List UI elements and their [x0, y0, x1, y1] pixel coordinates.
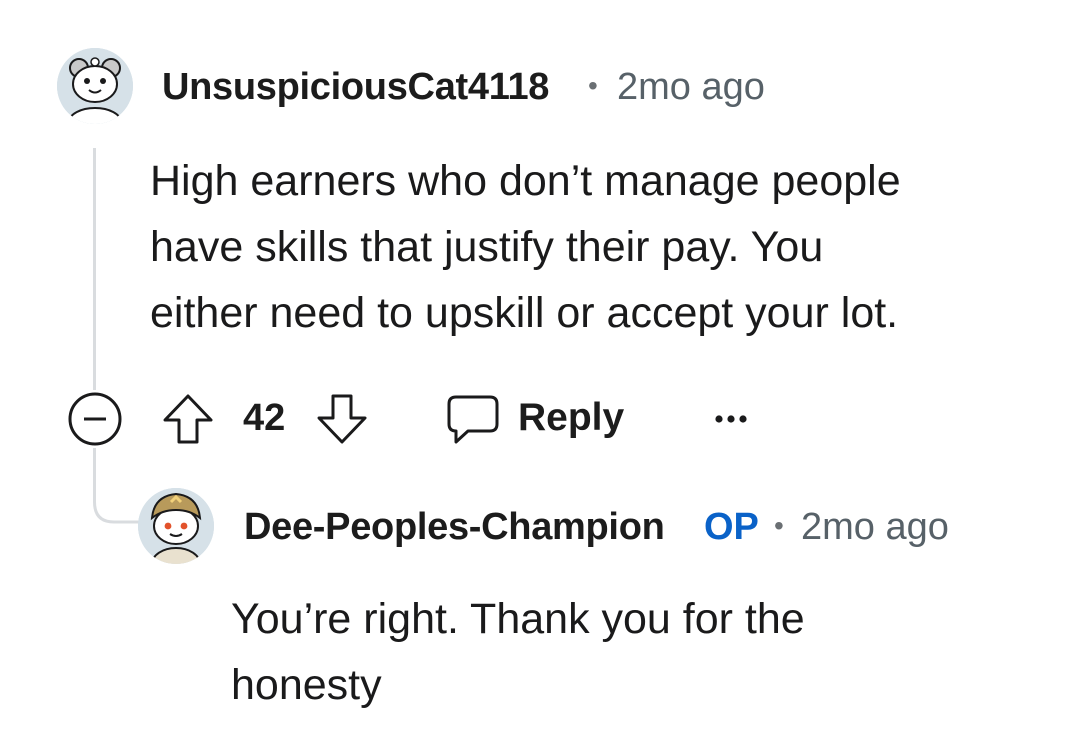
more-options-ellipsis-icon[interactable] [713, 411, 753, 427]
reply-body-line: You’re right. Thank you for the [231, 595, 805, 643]
reply-label: Reply [518, 396, 625, 439]
reply-author[interactable]: Dee-Peoples-Champion [244, 506, 665, 549]
comment-body-line: High earners who don’t manage people [150, 157, 901, 205]
speech-bubble-icon [447, 395, 499, 444]
reply-button[interactable]: Reply [444, 390, 634, 450]
meta-separator: • [588, 70, 598, 101]
comment-body: High earners who don’t manage people hav… [150, 148, 901, 346]
reply-timestamp[interactable]: 2mo ago [801, 506, 949, 549]
downvote-arrow-icon[interactable] [314, 391, 370, 447]
collapse-minus-icon[interactable] [67, 391, 123, 447]
avatar-dee-peoples-champion[interactable] [138, 488, 214, 564]
op-badge: OP [704, 506, 759, 548]
comment-body-line: either need to upskill or accept your lo… [150, 289, 899, 337]
vote-count: 42 [243, 397, 286, 439]
comment-author[interactable]: UnsuspiciousCat4118 [162, 66, 549, 109]
avatar-unsuspiciouscat[interactable] [57, 48, 133, 124]
comment-timestamp[interactable]: 2mo ago [617, 66, 765, 109]
comment-body-line: have skills that justify their pay. You [150, 223, 824, 271]
reply-body: You’re right. Thank you for the honesty [231, 586, 805, 718]
upvote-arrow-icon[interactable] [160, 391, 216, 447]
reply-body-line: honesty [231, 661, 382, 709]
thread-line-bottom [93, 448, 96, 498]
thread-line-top [93, 148, 96, 390]
reply-meta-separator: • [774, 510, 784, 541]
